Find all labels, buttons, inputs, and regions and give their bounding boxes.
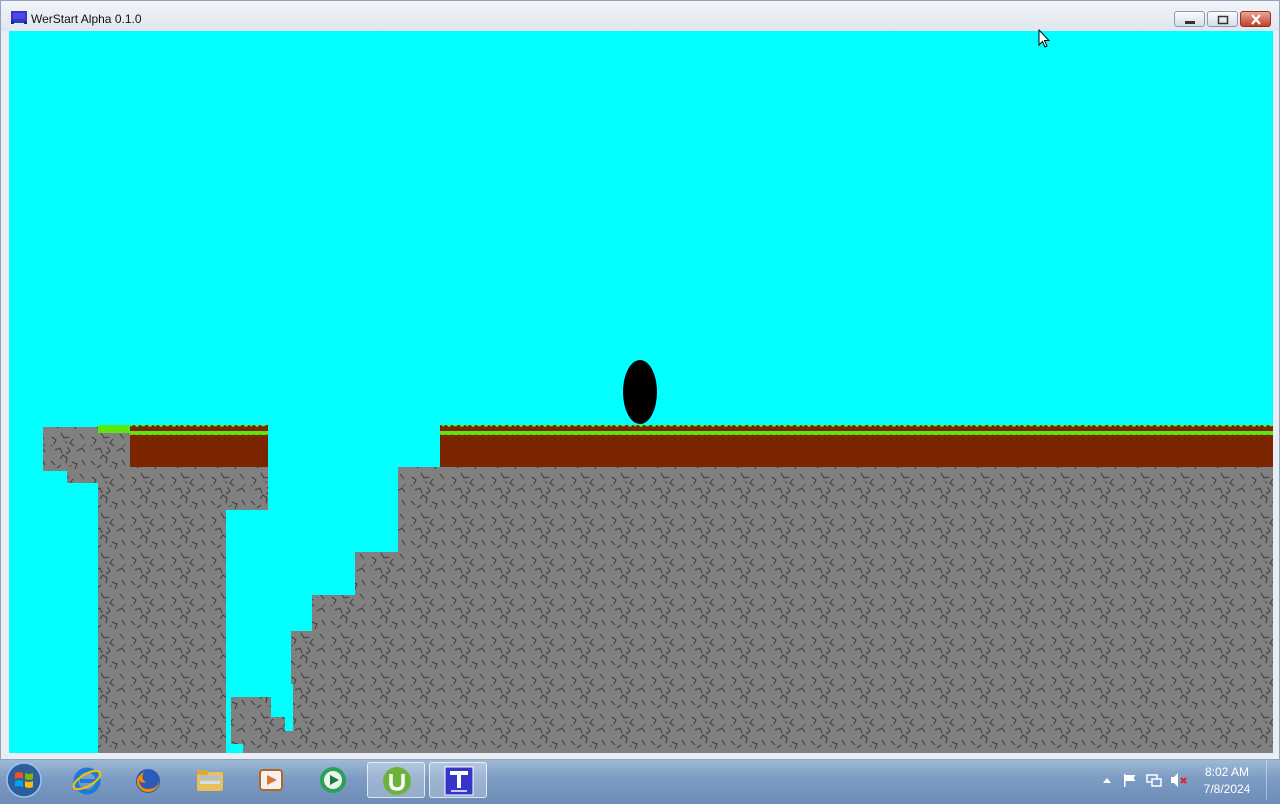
volume-muted-icon[interactable] [1170,772,1188,788]
action-center-flag-icon[interactable] [1122,772,1138,788]
taskbar-media-center[interactable] [304,762,362,798]
taskbar-media-player[interactable] [242,762,300,798]
media-center-icon [320,767,346,793]
taskbar: 8:02 AM 7/8/2024 [0,760,1280,800]
minimize-icon [1185,21,1195,24]
restore-icon [1217,15,1229,25]
taskbar-internet-explorer[interactable] [58,762,116,798]
windows-start-icon [6,762,42,798]
minimize-button[interactable] [1174,11,1205,27]
firefox-icon [136,769,160,793]
network-icon[interactable] [1146,772,1162,788]
close-icon [1251,14,1261,25]
game-canvas[interactable] [9,31,1273,753]
maximize-button[interactable] [1207,11,1238,27]
stone-staircase [231,467,1273,753]
app-icon [11,11,27,24]
internet-explorer-icon [72,767,102,795]
taskbar-utorrent[interactable] [367,762,425,798]
grass-dirt-platform-right [440,425,1273,467]
player-character [623,360,657,424]
utorrent-icon [383,767,411,795]
window-title: WerStart Alpha 0.1.0 [31,12,142,26]
show-desktop-button[interactable] [1266,760,1280,800]
show-hidden-icons-chevron[interactable] [1102,772,1112,788]
close-button[interactable] [1240,11,1271,27]
start-button[interactable] [4,761,44,799]
media-player-icon [259,769,283,791]
clock-date[interactable]: 7/8/2024 [1198,782,1256,796]
file-explorer-icon [197,770,223,791]
title-bar[interactable]: WerStart Alpha 0.1.0 [1,1,1279,31]
taskbar-file-explorer[interactable] [181,762,239,798]
mouse-cursor-icon [1038,29,1050,48]
game-window: WerStart Alpha 0.1.0 [0,0,1280,760]
game-app-icon [444,766,474,796]
taskbar-game-app[interactable] [429,762,487,798]
taskbar-firefox[interactable] [119,762,177,798]
clock-time[interactable]: 8:02 AM [1198,765,1256,779]
